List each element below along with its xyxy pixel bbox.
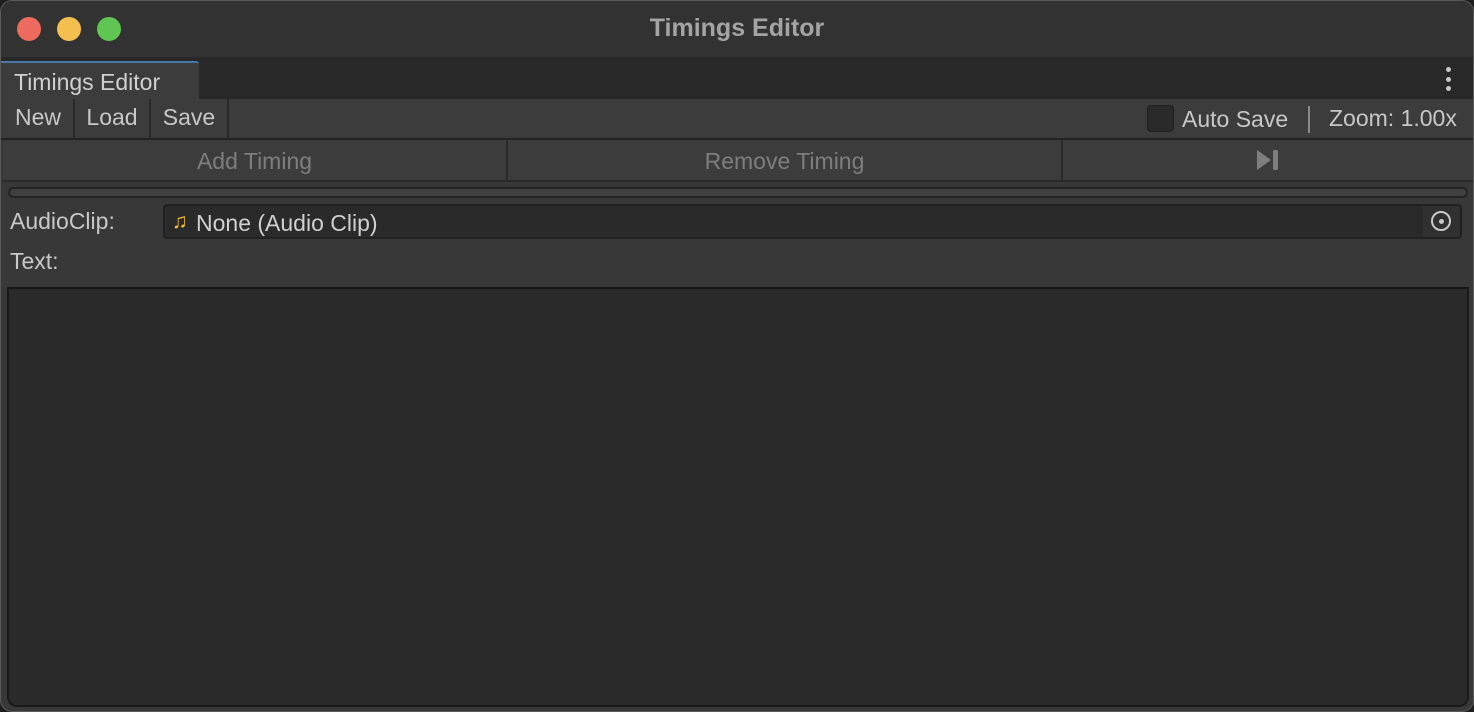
tab-bar: Timings Editor: [1, 57, 1473, 99]
object-picker-button[interactable]: [1423, 206, 1460, 237]
toolbar-separator: [1308, 106, 1310, 133]
save-button[interactable]: Save: [151, 99, 229, 138]
audioclip-label: AudioClip:: [10, 208, 115, 234]
music-note-icon: ♫: [172, 210, 188, 233]
text-input[interactable]: [7, 287, 1469, 707]
new-button[interactable]: New: [3, 99, 75, 138]
load-button[interactable]: Load: [75, 99, 151, 138]
title-bar: Timings Editor: [1, 1, 1473, 57]
horizontal-scrollbar[interactable]: [8, 187, 1468, 198]
audioclip-value: None (Audio Clip): [196, 210, 378, 236]
zoom-readout: Zoom: 1.00x: [1329, 105, 1457, 131]
remove-timing-button[interactable]: Remove Timing: [508, 140, 1063, 180]
text-label: Text:: [10, 248, 59, 274]
add-timing-button[interactable]: Add Timing: [3, 140, 508, 180]
tab-timings-editor[interactable]: Timings Editor: [1, 61, 199, 99]
action-bar: Add Timing Remove Timing: [3, 140, 1473, 182]
skip-next-icon: [1257, 150, 1279, 170]
target-icon: [1431, 211, 1451, 231]
skip-next-button[interactable]: [1063, 140, 1473, 180]
kebab-menu-icon[interactable]: [1445, 67, 1451, 91]
editor-window: Timings Editor Timings Editor New Load S…: [0, 0, 1474, 712]
toolbar: New Load Save Auto Save Zoom: 1.00x: [1, 99, 1473, 140]
audioclip-field[interactable]: ♫ None (Audio Clip): [163, 204, 1462, 239]
auto-save-checkbox[interactable]: [1147, 105, 1174, 132]
auto-save-label[interactable]: Auto Save: [1182, 106, 1288, 133]
window-title: Timings Editor: [649, 14, 825, 42]
